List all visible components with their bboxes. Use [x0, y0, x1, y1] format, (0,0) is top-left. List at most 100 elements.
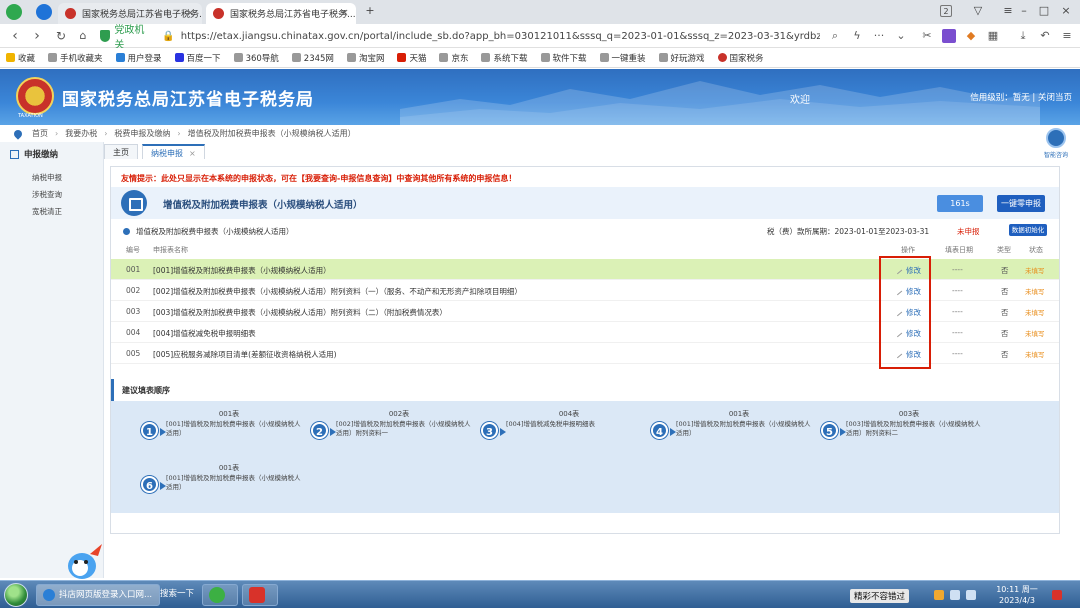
bookmark-item[interactable]: 2345网: [291, 52, 334, 64]
dropdown-icon[interactable]: ⌄: [894, 29, 908, 43]
back-icon[interactable]: ‹: [6, 27, 24, 45]
sidebar-item-declare[interactable]: 纳税申报: [0, 166, 103, 183]
browser-logo-icon[interactable]: [6, 4, 22, 20]
reload-icon[interactable]: ↻: [52, 27, 70, 45]
form-name: [003]增值税及附加税费申报表（小规模纳税人适用）附列资料（二）（附加税费情况…: [153, 308, 447, 317]
search-icon[interactable]: ⌕: [828, 29, 842, 43]
order-step[interactable]: 2 002表 [002]增值税及附加税费申报表（小规模纳税人适用）附列资料一: [311, 409, 481, 453]
browser-tab-2[interactable]: 国家税务总局江苏省电子税务... ×: [206, 3, 356, 24]
close-icon[interactable]: ×: [189, 149, 196, 158]
taskbar-item-browser[interactable]: 抖店网页版登录入口网...: [36, 584, 160, 606]
emblem-caption: TAXATION: [18, 113, 43, 119]
timer-badge: 161s: [937, 195, 983, 212]
welcome-text: 欢迎: [790, 95, 810, 106]
tab-count-badge[interactable]: 2: [940, 5, 952, 17]
url-field[interactable]: 党政机关 🔒 https://etax.jiangsu.chinatax.gov…: [100, 25, 820, 51]
pencil-icon: [893, 265, 903, 275]
bookmark-item[interactable]: 淘宝网: [346, 52, 384, 64]
bookmark-item[interactable]: 360导航: [233, 52, 279, 64]
order-step[interactable]: 5 003表 [003]增值税及附加税费申报表（小规模纳税人适用）附列资料二: [821, 409, 991, 453]
undo-icon[interactable]: ↶: [1038, 29, 1052, 43]
radio-icon[interactable]: [123, 227, 130, 235]
url-text[interactable]: https://etax.jiangsu.chinatax.gov.cn/por…: [181, 31, 820, 42]
home-icon[interactable]: ⌂: [74, 27, 92, 45]
bookmark-item[interactable]: 用户登录: [115, 52, 162, 64]
table-row[interactable]: 005 [005]应税服务减除项目清单(差额征收资格纳税人适用) 修改 ----…: [111, 343, 1059, 364]
settings-icon[interactable]: ≡: [1060, 29, 1074, 43]
bookmark-item[interactable]: 收藏: [6, 52, 35, 64]
table-row[interactable]: 002 [002]增值税及附加税费申报表（小规模纳税人适用）附列资料（一）（服务…: [111, 280, 1059, 301]
close-icon[interactable]: ×: [340, 6, 349, 19]
notification-icon[interactable]: [1052, 590, 1062, 600]
new-tab-icon[interactable]: +: [362, 3, 378, 19]
sidebar-heading[interactable]: 申报缴纳: [0, 142, 103, 160]
bookmark-item[interactable]: 软件下载: [540, 52, 587, 64]
system-clock[interactable]: 10:11 周一 2023/4/3: [992, 584, 1042, 606]
maximize-icon[interactable]: □: [1036, 3, 1052, 19]
bookmark-item[interactable]: 百度一下: [174, 52, 221, 64]
table-row[interactable]: 004 [004]增值税减免税申报明细表 修改 ---- 否 未填写: [111, 322, 1059, 343]
wps-icon: [249, 586, 265, 603]
tray-promo[interactable]: 精彩不容错过: [850, 589, 910, 603]
sidebar-item-query[interactable]: 涉税查询: [0, 183, 103, 200]
smart-consult-button[interactable]: 智能咨询: [1038, 128, 1074, 162]
game-icon[interactable]: ◆: [964, 29, 978, 43]
edit-link[interactable]: 修改: [893, 307, 921, 318]
close-page-link[interactable]: 关闭当页: [1038, 93, 1072, 103]
table-row[interactable]: 003 [003]增值税及附加税费申报表（小规模纳税人适用）附列资料（二）（附加…: [111, 301, 1059, 322]
bookmark-item[interactable]: 京东: [439, 52, 468, 64]
forward-icon[interactable]: ›: [28, 27, 46, 45]
great-wall-banner-icon: [400, 81, 1040, 125]
volume-icon[interactable]: [966, 590, 976, 600]
order-step[interactable]: 1 001表 [001]增值税及附加税费申报表（小规模纳税人适用）: [141, 409, 311, 453]
browser-sidebar-icon[interactable]: [36, 4, 52, 20]
scissors-icon[interactable]: ✂: [920, 29, 934, 43]
bookmark-item[interactable]: 好玩游戏: [658, 52, 705, 64]
tab-tax-declare[interactable]: 纳税申报 ×: [142, 144, 205, 159]
address-bar: ‹ › ↻ ⌂ 党政机关 🔒 https://etax.jiangsu.chin…: [0, 24, 1080, 51]
tax-emblem-icon: [16, 77, 54, 115]
download-icon[interactable]: ⤓: [1016, 29, 1030, 43]
data-init-button[interactable]: 数据初始化: [1009, 224, 1047, 236]
credit-level-link[interactable]: 信用级别：暂无: [970, 93, 1030, 103]
table-row[interactable]: 001 [001]增值税及附加税费申报表（小规模纳税人适用） 修改 ---- 否…: [111, 259, 1059, 280]
bookmark-item[interactable]: 天猫: [397, 52, 426, 64]
order-step[interactable]: 4 001表 [001]增值税及附加税费申报表（小规模纳税人适用）: [651, 409, 821, 453]
assistant-avatar-icon: [1046, 128, 1066, 148]
edit-link[interactable]: 修改: [893, 328, 921, 339]
zero-declare-button[interactable]: 一键零申报: [997, 195, 1045, 212]
tab-home[interactable]: 主页: [104, 144, 138, 159]
lightning-icon[interactable]: ϟ: [850, 29, 864, 43]
network-icon[interactable]: [950, 590, 960, 600]
extension-icon[interactable]: [942, 29, 956, 43]
taskbar-item-search[interactable]: 搜索一下: [160, 584, 200, 606]
taskbar-item-360[interactable]: [202, 584, 238, 606]
breadcrumb-item[interactable]: 税费申报及缴纳: [114, 128, 170, 139]
bookmark-item[interactable]: 一键重装: [599, 52, 646, 64]
more-icon[interactable]: ···: [872, 29, 886, 43]
order-step[interactable]: 6 001表 [001]增值税及附加税费申报表（小规模纳税人适用）: [141, 463, 311, 507]
bookmark-item[interactable]: 国家税务: [717, 52, 764, 64]
close-window-icon[interactable]: ×: [1058, 3, 1074, 19]
bookmark-item[interactable]: 手机收藏夹: [48, 52, 103, 64]
breadcrumb-item[interactable]: 首页: [32, 128, 48, 139]
sidebar-item-clear[interactable]: 宽税清正: [0, 200, 103, 217]
col-no: 编号: [126, 246, 140, 254]
bookmark-item[interactable]: 系统下载: [481, 52, 528, 64]
edit-link[interactable]: 修改: [893, 286, 921, 297]
tray-app-icon[interactable]: [934, 590, 944, 600]
minimize-icon[interactable]: –: [1016, 3, 1032, 19]
start-button[interactable]: [4, 583, 28, 607]
period-status: 未申报: [957, 227, 980, 236]
close-icon[interactable]: ×: [186, 6, 195, 19]
order-step[interactable]: 3 004表 [004]增值税减免税申报明细表: [481, 409, 651, 453]
breadcrumb-item[interactable]: 我要办税: [65, 128, 97, 139]
apps-icon[interactable]: ▦: [986, 29, 1000, 43]
taskbar-item-wps[interactable]: [242, 584, 278, 606]
menu-icon[interactable]: ≡: [1000, 3, 1016, 19]
edit-link[interactable]: 修改: [893, 349, 921, 360]
mascot-icon[interactable]: [62, 540, 106, 582]
skin-icon[interactable]: ▽: [970, 3, 986, 19]
edit-link[interactable]: 修改: [893, 265, 921, 276]
step-label: 001表: [728, 410, 750, 418]
